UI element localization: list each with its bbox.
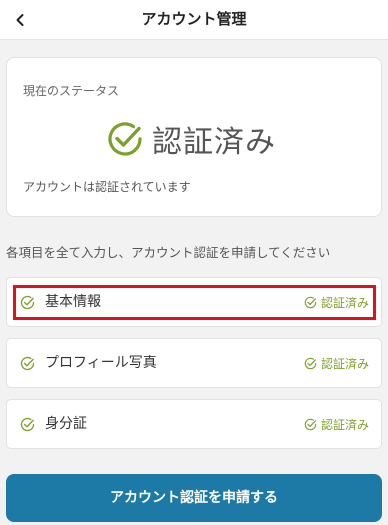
check-circle-icon [304,418,317,430]
check-circle-icon [108,122,142,156]
item-id-document[interactable]: 身分証 認証済み [6,399,382,449]
item-status-text: 認証済み [320,356,369,371]
submit-verification-button[interactable]: アカウント認証を申請する [6,474,382,522]
item-label: 基本情報 [45,294,101,310]
check-circle-icon [20,417,35,432]
item-status: 認証済み [304,278,369,326]
item-status: 認証済み [304,400,369,448]
status-label: 現在のステータス [23,84,120,98]
status-main: 認証済み [7,116,381,162]
check-circle-icon [304,357,317,369]
page-title: アカウント管理 [141,10,247,28]
item-label: 身分証 [45,416,87,432]
item-status-text: 認証済み [320,295,369,310]
item-status: 認証済み [304,339,369,387]
check-circle-icon [304,296,317,308]
app-header: アカウント管理 [0,0,388,40]
check-circle-icon [20,356,35,371]
item-label: プロフィール写真 [45,355,157,371]
status-description: アカウントは認証されています [23,180,191,194]
item-profile-photo[interactable]: プロフィール写真 認証済み [6,338,382,388]
status-text: 認証済み [152,125,276,160]
check-circle-icon [20,295,35,310]
status-card: 現在のステータス 認証済み アカウントは認証されています [6,57,382,217]
item-basic-info[interactable]: 基本情報 認証済み [6,277,382,327]
item-status-text: 認証済み [320,417,369,432]
instruction-text: 各項目を全て入力し、アカウント認証を申請してください [6,245,331,260]
account-management-screen: アカウント管理 現在のステータス 認証済み アカウントは認証されています 各項目… [0,0,388,525]
